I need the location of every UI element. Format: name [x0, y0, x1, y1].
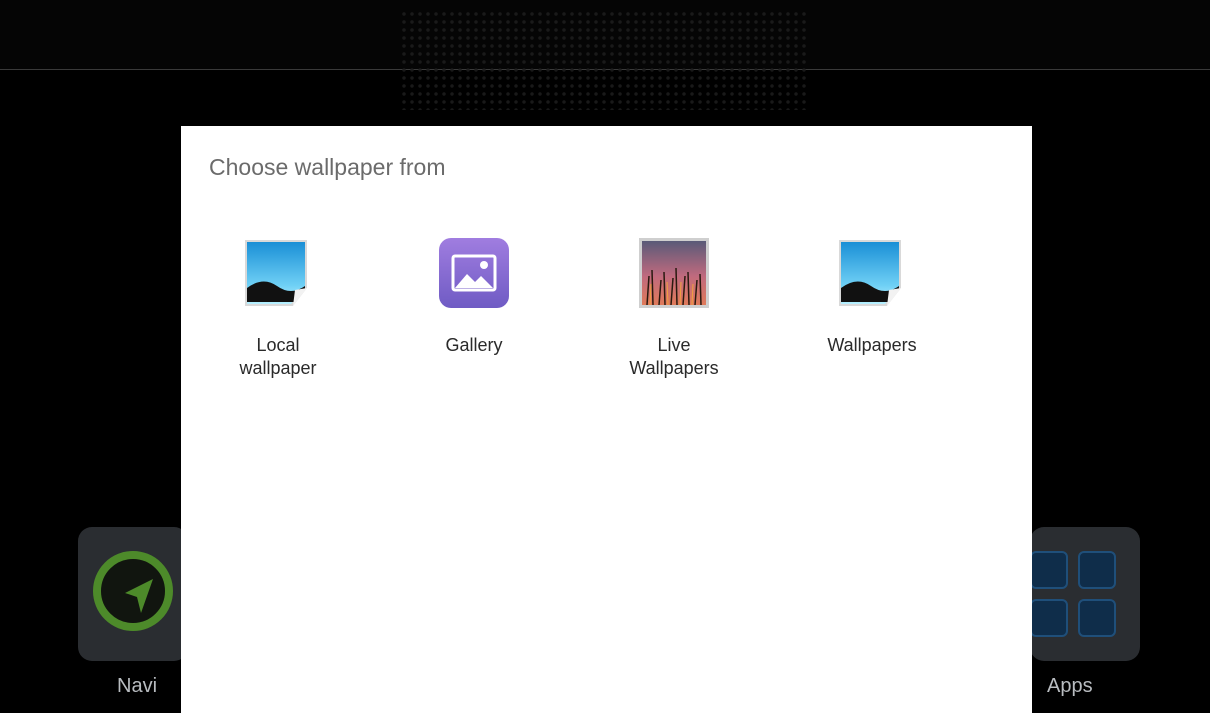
option-label: Live Wallpapers [629, 335, 719, 378]
top-bar [0, 0, 1210, 110]
landscape-image-icon [241, 236, 315, 310]
navi-label: Navi [117, 675, 158, 697]
option-live-wallpapers[interactable]: Live Wallpapers [579, 236, 769, 380]
navigation-icon [93, 551, 173, 631]
apps-label: Apps [1047, 675, 1093, 697]
option-gallery[interactable]: Gallery [379, 236, 569, 357]
navi-app-tile[interactable] [78, 527, 188, 661]
option-label: Gallery [445, 335, 503, 355]
speaker-grille-pattern [400, 10, 810, 110]
landscape-image-icon [835, 236, 909, 310]
option-local-wallpaper[interactable]: Local wallpaper [183, 236, 373, 380]
option-label: Local wallpaper [239, 335, 317, 378]
apps-app-tile[interactable] [1030, 527, 1140, 661]
gallery-icon [437, 236, 511, 310]
option-wallpapers[interactable]: Wallpapers [777, 236, 967, 357]
dialog-title: Choose wallpaper from [209, 154, 446, 180]
apps-grid-icon [1030, 551, 1116, 637]
live-wallpaper-icon [637, 236, 711, 310]
choose-wallpaper-dialog: Choose wallpaper from Local wallpaper Ga… [181, 126, 1032, 713]
option-label: Wallpapers [827, 335, 917, 355]
